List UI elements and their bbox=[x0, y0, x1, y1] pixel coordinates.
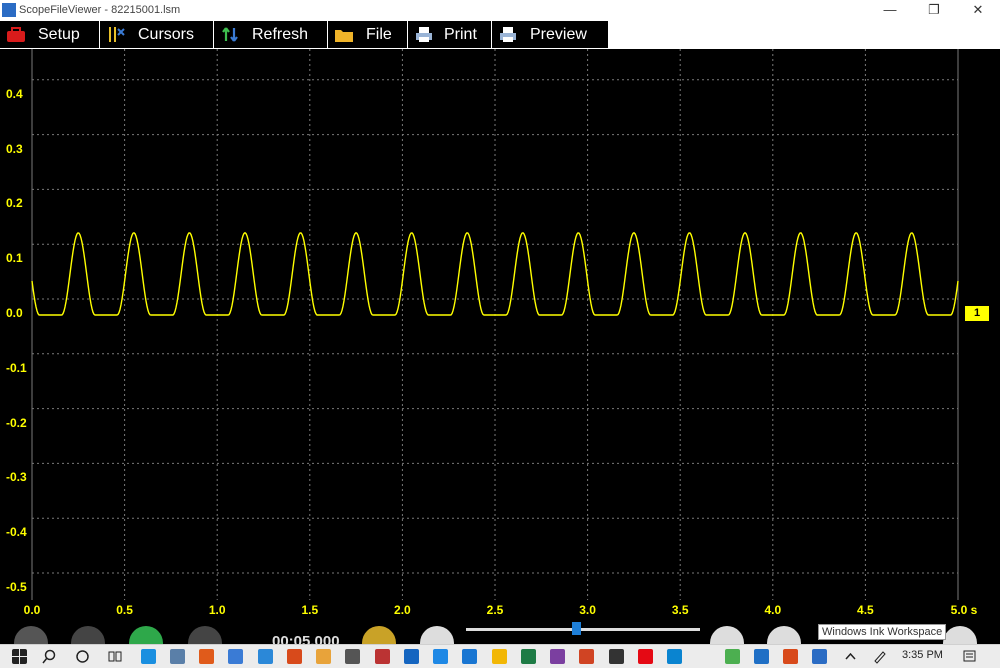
window-title: ScopeFileViewer - 82215001.lsm bbox=[19, 4, 181, 16]
restore-button[interactable]: ❐ bbox=[920, 2, 948, 18]
edge-icon[interactable] bbox=[667, 649, 682, 664]
refresh-label: Refresh bbox=[252, 26, 309, 43]
record-icon[interactable] bbox=[188, 626, 222, 644]
excel-icon[interactable] bbox=[521, 649, 536, 664]
setup-label: Setup bbox=[38, 26, 80, 43]
app-icon bbox=[2, 3, 16, 17]
file-explorer-icon[interactable] bbox=[492, 649, 507, 664]
chevron-up-icon[interactable] bbox=[843, 649, 858, 664]
app-icon-3[interactable] bbox=[287, 649, 302, 664]
app-icon-9[interactable] bbox=[783, 649, 798, 664]
app-icon-7[interactable] bbox=[462, 649, 477, 664]
playback-slider-thumb[interactable] bbox=[571, 622, 581, 635]
powerpoint-icon[interactable] bbox=[579, 649, 594, 664]
x-tick-label: 4.0 bbox=[764, 603, 782, 617]
title-bar: ScopeFileViewer - 82215001.lsm — ❐ ✕ bbox=[0, 0, 1000, 21]
y-tick-label: -0.1 bbox=[6, 360, 27, 375]
folder-icon bbox=[335, 30, 353, 42]
rewind-icon[interactable] bbox=[362, 626, 396, 644]
playback-slider[interactable] bbox=[466, 628, 700, 631]
y-tick-label: -0.5 bbox=[6, 580, 27, 594]
onenote-icon[interactable] bbox=[550, 649, 565, 664]
setup-button[interactable]: Setup bbox=[0, 21, 100, 48]
pen-icon[interactable] bbox=[872, 649, 887, 664]
y-tick-label: -0.3 bbox=[6, 470, 27, 485]
print-button[interactable]: Print bbox=[408, 21, 492, 48]
search-icon[interactable] bbox=[42, 649, 57, 664]
x-tick-label: 1.5 bbox=[301, 603, 319, 617]
minimize-button[interactable]: — bbox=[876, 2, 904, 18]
x-tick-label: 5.0 s bbox=[950, 603, 978, 617]
waveform-plot bbox=[31, 49, 959, 600]
store-icon[interactable] bbox=[141, 649, 156, 664]
app-icon-6[interactable] bbox=[375, 649, 390, 664]
outlook-icon[interactable] bbox=[404, 649, 419, 664]
step-forward-icon[interactable] bbox=[710, 626, 744, 644]
toolbox-icon bbox=[7, 27, 25, 42]
channel-panel bbox=[960, 49, 1000, 600]
timecode: 00:05.000 bbox=[272, 633, 340, 644]
app-icon-8[interactable] bbox=[609, 649, 624, 664]
y-tick-label: -0.4 bbox=[6, 525, 27, 540]
x-tick-label: 0.5 bbox=[116, 603, 133, 617]
file-label: File bbox=[366, 26, 392, 43]
step-back-icon[interactable] bbox=[420, 626, 454, 644]
app-icon-5[interactable] bbox=[345, 649, 360, 664]
clock[interactable]: 3:35 PM bbox=[902, 649, 943, 661]
printer-icon bbox=[416, 27, 432, 42]
fast-forward-icon[interactable] bbox=[767, 626, 801, 644]
y-tick-label: 0.0 bbox=[6, 306, 23, 320]
refresh-button[interactable]: Refresh bbox=[214, 21, 328, 48]
x-tick-label: 0.0 bbox=[23, 603, 41, 617]
cursors-label: Cursors bbox=[138, 26, 195, 43]
x-tick-label: 2.5 bbox=[486, 603, 504, 617]
notifications-icon[interactable] bbox=[962, 649, 977, 664]
x-tick-label: 1.0 bbox=[208, 603, 226, 617]
y-tick-label: -0.2 bbox=[6, 415, 27, 430]
cursors-button[interactable]: Cursors bbox=[100, 21, 214, 48]
zoom-icon[interactable] bbox=[943, 626, 977, 644]
app-icon-1[interactable] bbox=[199, 649, 214, 664]
play-icon[interactable] bbox=[129, 626, 163, 644]
internet-explorer-icon[interactable] bbox=[754, 649, 769, 664]
preview-button[interactable]: Preview bbox=[492, 21, 608, 48]
y-tick-label: 0.2 bbox=[6, 196, 23, 211]
netflix-icon[interactable] bbox=[638, 649, 653, 664]
file-button[interactable]: File bbox=[328, 21, 408, 48]
x-tick-label: 4.5 bbox=[857, 603, 874, 617]
mail-icon[interactable] bbox=[433, 649, 448, 664]
scope-viewer-taskbar-icon[interactable] bbox=[812, 649, 827, 664]
cursors-icon bbox=[109, 27, 125, 42]
x-tick-label: 3.0 bbox=[579, 603, 596, 617]
x-tick-label: 3.5 bbox=[671, 603, 689, 617]
app-icon-4[interactable] bbox=[316, 649, 331, 664]
y-tick-label: 0.3 bbox=[6, 141, 23, 156]
close-button[interactable]: ✕ bbox=[964, 2, 992, 18]
calendar-icon[interactable] bbox=[258, 649, 273, 664]
task-view-icon[interactable] bbox=[107, 649, 122, 664]
camera-icon[interactable] bbox=[170, 649, 185, 664]
channel-1-marker[interactable]: 1 bbox=[965, 306, 989, 321]
scope-display[interactable] bbox=[0, 49, 1000, 600]
windows-start-icon[interactable] bbox=[12, 649, 27, 664]
y-tick-label: 0.4 bbox=[6, 86, 23, 101]
taskbar: 3:35 PM bbox=[0, 644, 1000, 668]
app-icon-2[interactable] bbox=[228, 649, 243, 664]
tooltip: Windows Ink Workspace bbox=[818, 624, 947, 640]
settings-gear-icon[interactable] bbox=[14, 626, 48, 644]
refresh-icon bbox=[222, 27, 238, 42]
x-tick-label: 2.0 bbox=[394, 603, 411, 617]
y-tick-label: 0.1 bbox=[6, 251, 23, 266]
chrome-icon[interactable] bbox=[725, 649, 740, 664]
toolbar: Setup Cursors Refresh File Print Preview bbox=[0, 21, 1000, 49]
stop-icon[interactable] bbox=[71, 626, 105, 644]
cortana-icon[interactable] bbox=[75, 649, 90, 664]
print-preview-icon bbox=[500, 27, 516, 42]
x-axis-labels: 0.0 0.5 1.0 1.5 2.0 2.5 3.0 3.5 4.0 4.5 5.0 s bbox=[0, 600, 1000, 622]
print-label: Print bbox=[444, 26, 477, 43]
preview-label: Preview bbox=[530, 26, 587, 43]
